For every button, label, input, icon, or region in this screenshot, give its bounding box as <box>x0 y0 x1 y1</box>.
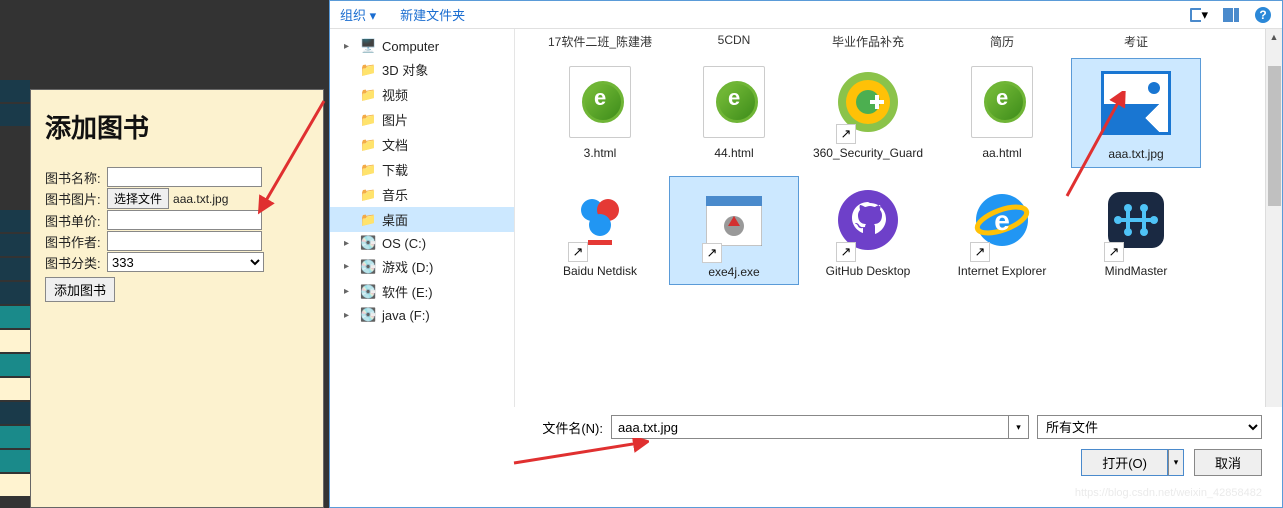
folder-icon: 📁 <box>360 162 376 178</box>
folder-icon: 📁 <box>360 187 376 203</box>
drive-icon: 💽 <box>360 284 376 300</box>
computer-icon: 🖥️ <box>360 38 376 54</box>
vertical-scrollbar[interactable]: ▲ <box>1265 29 1282 407</box>
file-open-dialog: 组织 ▾ 新建文件夹 ▾ ? ▸🖥️Computer 📁3D 对象 📁视频 📁图… <box>329 0 1283 508</box>
tree-f-drive[interactable]: ▸💽java (F:) <box>330 304 514 326</box>
tree-documents[interactable]: 📁文档 <box>330 132 514 157</box>
choose-file-button[interactable]: 选择文件 <box>107 188 169 209</box>
open-dropdown-icon[interactable]: ▾ <box>1168 449 1184 476</box>
dialog-footer: 文件名(N): ▾ 所有文件 打开(O)▾ 取消 <box>330 407 1282 488</box>
dialog-content: ▸🖥️Computer 📁3D 对象 📁视频 📁图片 📁文档 📁下载 📁音乐 📁… <box>330 29 1282 407</box>
shortcut-icon: ↗ <box>836 242 856 262</box>
view-mode-icon[interactable]: ▾ <box>1190 6 1208 24</box>
tree-desktop[interactable]: 📁桌面 <box>330 207 514 232</box>
cancel-button[interactable]: 取消 <box>1194 449 1262 476</box>
help-icon[interactable]: ? <box>1254 6 1272 24</box>
drive-icon: 💽 <box>360 235 376 251</box>
image-file-icon <box>1101 71 1171 135</box>
file-mindmaster[interactable]: ↗MindMaster <box>1071 176 1201 286</box>
exe4j-icon <box>706 196 762 246</box>
tree-3d[interactable]: 📁3D 对象 <box>330 57 514 82</box>
label-pic: 图书图片: <box>45 189 107 208</box>
folder-icon: 📁 <box>360 62 376 78</box>
drive-icon: 💽 <box>360 307 376 323</box>
scroll-thumb[interactable] <box>1268 66 1281 206</box>
file-github[interactable]: ↗GitHub Desktop <box>803 176 933 286</box>
shortcut-icon: ↗ <box>1104 242 1124 262</box>
html-file-icon <box>703 66 765 138</box>
book-name-input[interactable] <box>107 167 262 187</box>
book-category-select[interactable]: 333 <box>107 252 264 272</box>
label-price: 图书单价: <box>45 211 107 230</box>
svg-text:e: e <box>994 205 1010 236</box>
tree-music[interactable]: 📁音乐 <box>330 182 514 207</box>
file-ie[interactable]: e↗Internet Explorer <box>937 176 1067 286</box>
scroll-up-icon[interactable]: ▲ <box>1266 29 1282 46</box>
tree-video[interactable]: 📁视频 <box>330 82 514 107</box>
tree-computer[interactable]: ▸🖥️Computer <box>330 35 514 57</box>
label-name: 图书名称: <box>45 168 107 187</box>
tree-pictures[interactable]: 📁图片 <box>330 107 514 132</box>
folder-icon: 📁 <box>360 137 376 153</box>
html-file-icon <box>569 66 631 138</box>
label-author: 图书作者: <box>45 232 107 251</box>
file-3-html[interactable]: 3.html <box>535 58 665 168</box>
filetype-select[interactable]: 所有文件 <box>1037 415 1262 439</box>
tree-d-drive[interactable]: ▸💽游戏 (D:) <box>330 254 514 279</box>
baidu-icon <box>570 190 630 250</box>
filename-input[interactable] <box>611 415 1009 439</box>
filename-label: 文件名(N): <box>542 418 603 437</box>
tree-c-drive[interactable]: ▸💽OS (C:) <box>330 232 514 254</box>
watermark-text: https://blog.csdn.net/weixin_42858482 <box>1075 487 1262 499</box>
form-title: 添加图书 <box>45 108 309 145</box>
html-file-icon <box>971 66 1033 138</box>
file-aa-html[interactable]: aa.html <box>937 58 1067 168</box>
tree-downloads[interactable]: 📁下载 <box>330 157 514 182</box>
book-price-input[interactable] <box>107 210 262 230</box>
file-360[interactable]: ↗360_Security_Guard <box>803 58 933 168</box>
shortcut-icon: ↗ <box>568 242 588 262</box>
shortcut-icon: ↗ <box>970 242 990 262</box>
label-category: 图书分类: <box>45 253 107 272</box>
organize-button[interactable]: 组织 ▾ <box>340 5 376 24</box>
drive-icon: 💽 <box>360 259 376 275</box>
filename-dropdown-icon[interactable]: ▾ <box>1009 415 1029 439</box>
file-aaa-jpg[interactable]: aaa.txt.jpg <box>1071 58 1201 168</box>
folder-tree: ▸🖥️Computer 📁3D 对象 📁视频 📁图片 📁文档 📁下载 📁音乐 📁… <box>330 29 515 407</box>
svg-text:?: ? <box>1259 8 1266 22</box>
color-strip <box>0 80 30 498</box>
file-exe4j[interactable]: ↗exe4j.exe <box>669 176 799 286</box>
dialog-toolbar: 组织 ▾ 新建文件夹 ▾ ? <box>330 1 1282 29</box>
open-button[interactable]: 打开(O) <box>1081 449 1168 476</box>
preview-pane-icon[interactable] <box>1222 6 1240 24</box>
new-folder-button[interactable]: 新建文件夹 <box>400 5 465 24</box>
shortcut-icon: ↗ <box>836 124 856 144</box>
folder-icon: 📁 <box>360 112 376 128</box>
folder-icon: 📁 <box>360 212 376 228</box>
add-book-form: 添加图书 图书名称: 图书图片: 选择文件 aaa.txt.jpg 图书单价: … <box>30 89 324 508</box>
folder-icon: 📁 <box>360 87 376 103</box>
chosen-file-name: aaa.txt.jpg <box>173 192 228 206</box>
submit-button[interactable]: 添加图书 <box>45 277 115 302</box>
file-44-html[interactable]: 44.html <box>669 58 799 168</box>
ie-icon: e <box>972 190 1032 250</box>
tree-e-drive[interactable]: ▸💽软件 (E:) <box>330 279 514 304</box>
book-author-input[interactable] <box>107 231 262 251</box>
file-grid: 17软件二班_陈建港5CDN毕业作品补充简历考证 3.html 44.html … <box>515 29 1282 407</box>
file-baidu[interactable]: ↗Baidu Netdisk <box>535 176 665 286</box>
shortcut-icon: ↗ <box>702 243 722 263</box>
page-background: 添加图书 图书名称: 图书图片: 选择文件 aaa.txt.jpg 图书单价: … <box>0 0 328 508</box>
partial-folder-row: 17软件二班_陈建港5CDN毕业作品补充简历考证 <box>535 33 1262 50</box>
